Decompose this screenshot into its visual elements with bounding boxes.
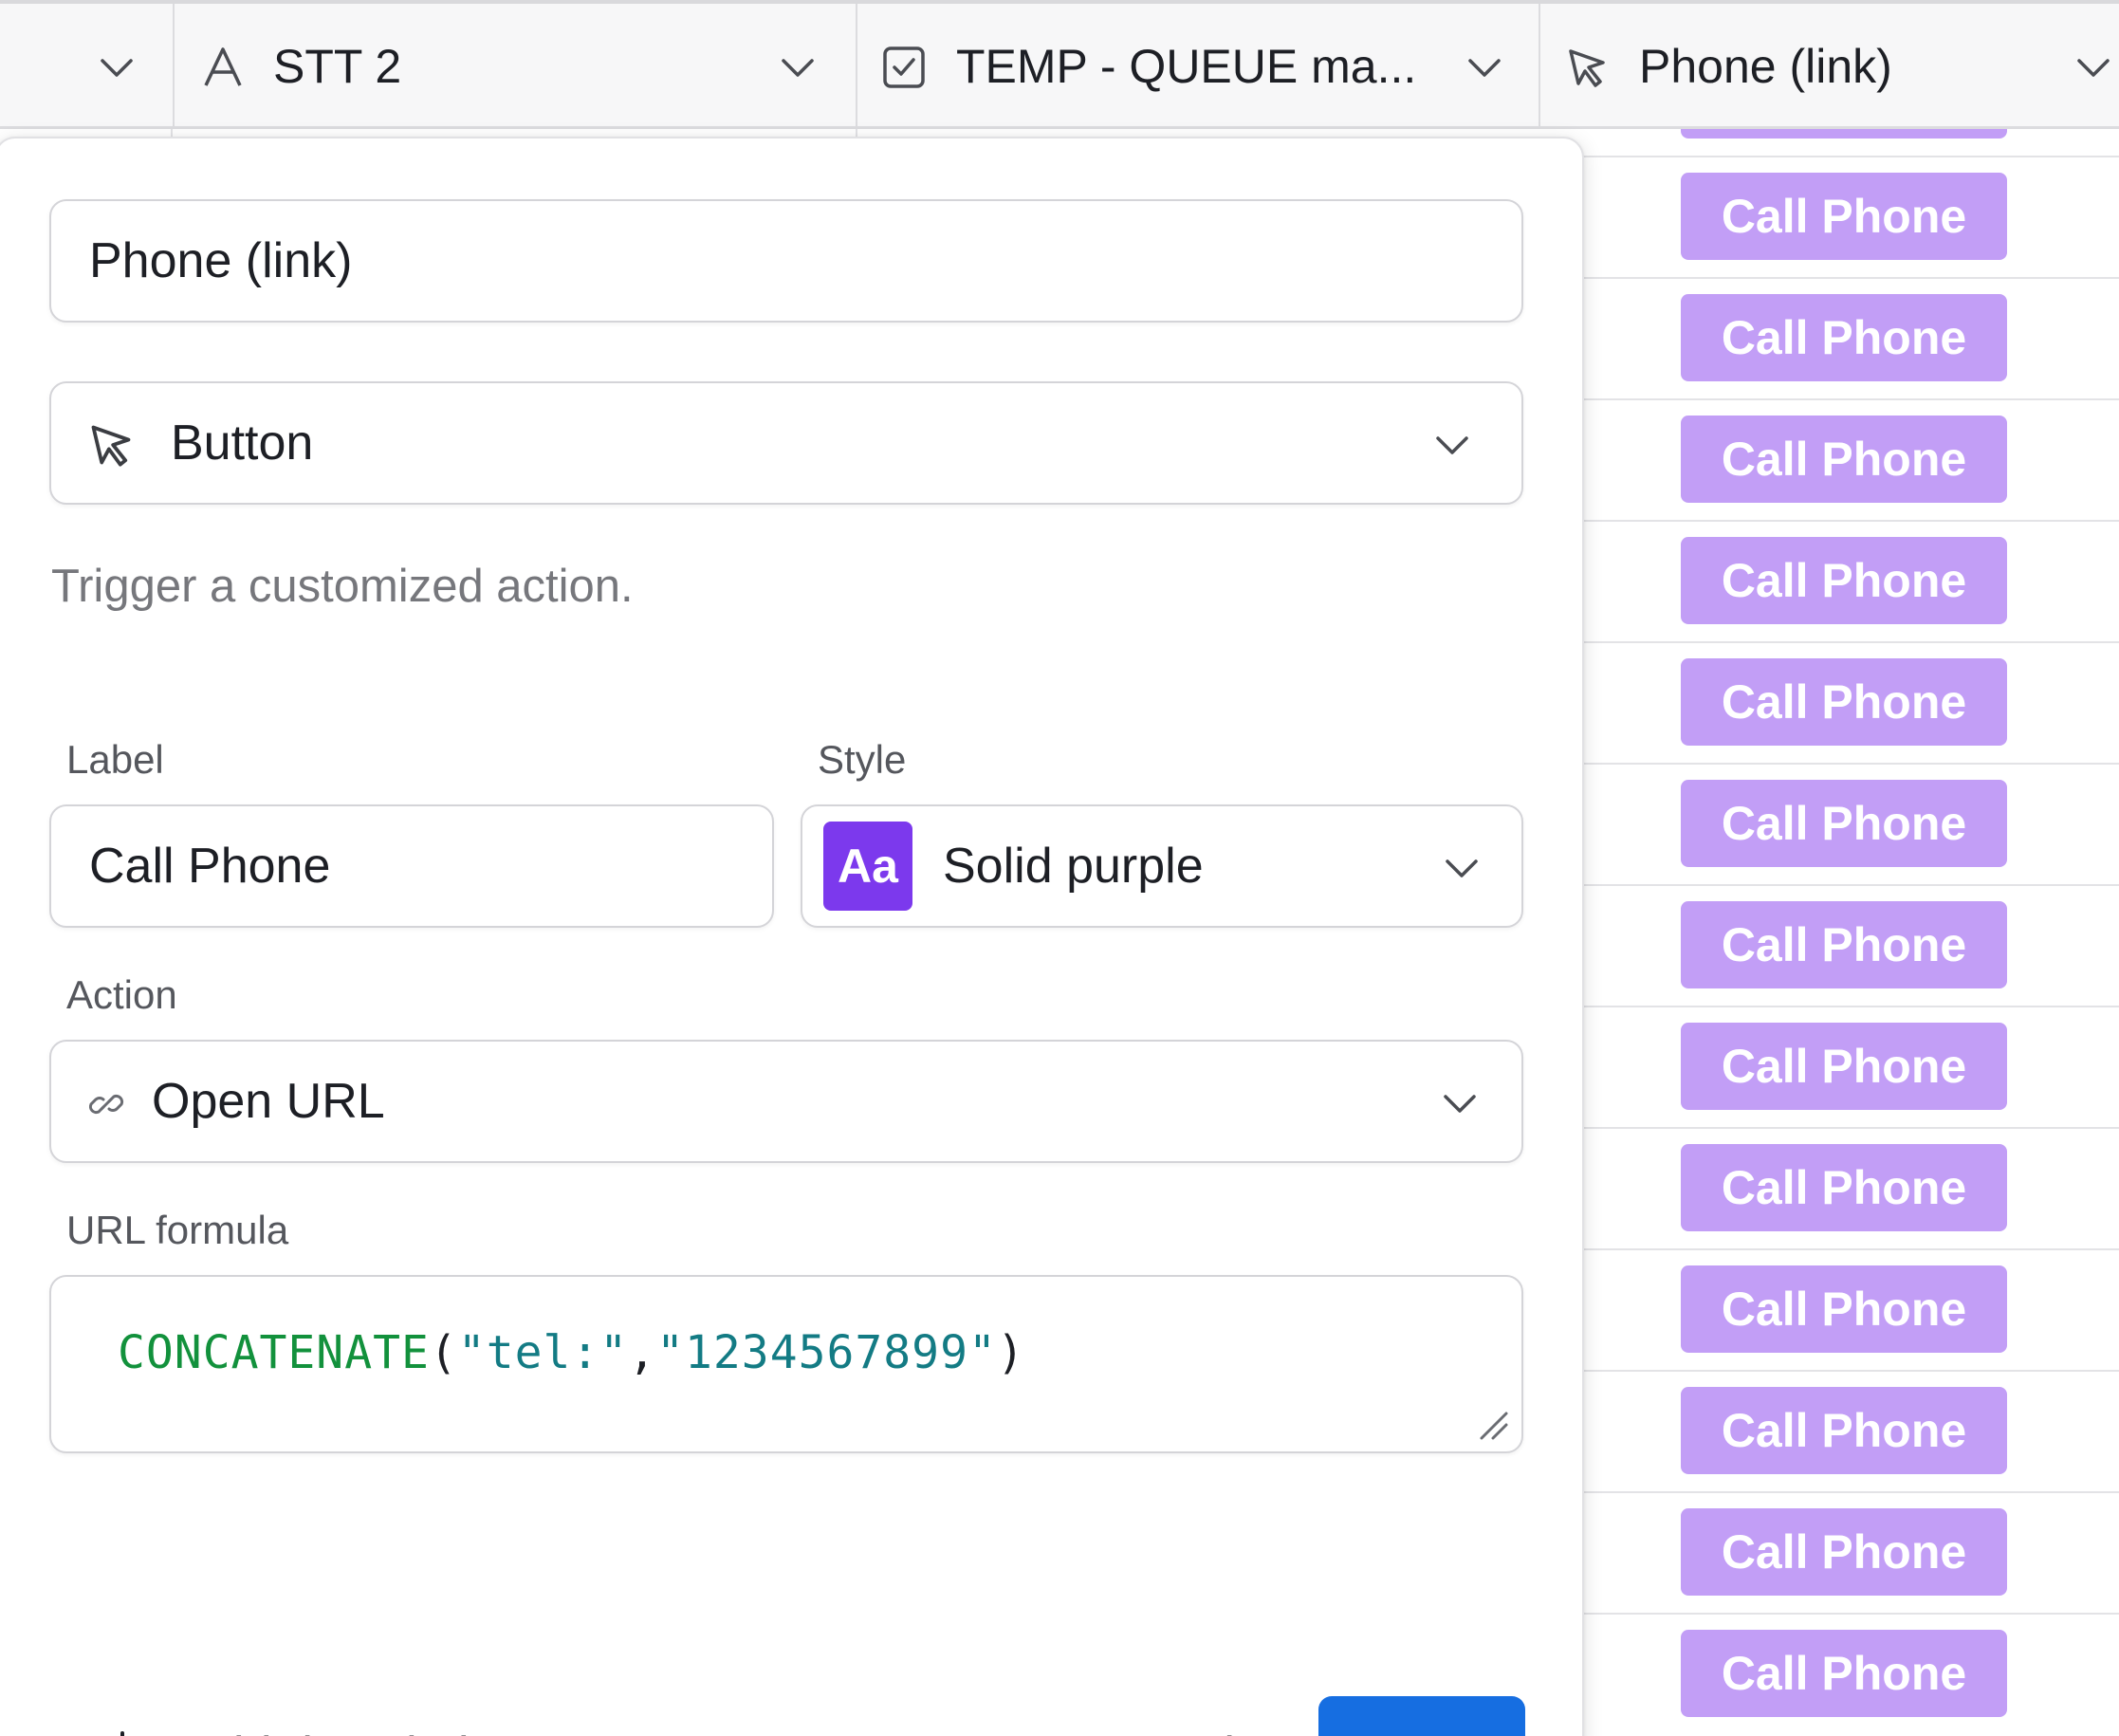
grid-header: STT 2 TEMP - QUEUE ma... Phone (link) <box>0 0 2119 129</box>
column-title: TEMP - QUEUE ma... <box>956 40 1417 93</box>
field-config-dialog: Phone (link) Button Trigger a customized… <box>0 137 1584 1736</box>
call-phone-button[interactable]: Call Phone <box>1681 537 2007 624</box>
column-header-stt2[interactable]: STT 2 <box>175 4 857 129</box>
action-value: Open URL <box>152 1074 385 1129</box>
call-phone-button[interactable]: Call Phone <box>1681 294 2007 381</box>
call-phone-button[interactable]: Call Phone <box>1681 173 2007 260</box>
formula-paren-close: ) <box>996 1326 1025 1379</box>
call-phone-button[interactable]: Call Phone <box>1681 1508 2007 1596</box>
formula-comma: , <box>628 1326 657 1379</box>
row-divider <box>1575 1127 2119 1129</box>
call-phone-button[interactable]: Call Phone <box>1681 901 2007 988</box>
label-section-title: Label <box>66 737 164 782</box>
chevron-down-icon <box>1444 1095 1476 1113</box>
field-name-input[interactable]: Phone (link) <box>49 199 1523 323</box>
call-phone-button[interactable]: Call Phone <box>1681 416 2007 503</box>
chevron-down-icon[interactable] <box>780 53 816 82</box>
cancel-button[interactable]: Cancel <box>1068 1709 1277 1736</box>
field-type-label: Button <box>171 416 314 471</box>
row-divider <box>1575 520 2119 522</box>
url-formula-section-title: URL formula <box>66 1208 289 1252</box>
call-phone-button[interactable]: Call Phone <box>1681 1265 2007 1353</box>
url-formula-editor[interactable]: CONCATENATE("tel:","1234567899") <box>49 1275 1523 1453</box>
add-description-label: Add description <box>184 1727 524 1736</box>
save-button[interactable]: Save <box>1318 1696 1525 1736</box>
field-type-description: Trigger a customized action. <box>51 561 634 612</box>
column-header-temp-queue[interactable]: TEMP - QUEUE ma... <box>857 4 1540 129</box>
formula-arg-1: "tel:" <box>457 1326 629 1379</box>
chevron-down-icon[interactable] <box>99 53 135 82</box>
field-name-value: Phone (link) <box>89 233 353 288</box>
chevron-down-icon <box>1436 436 1468 454</box>
row-divider <box>1575 277 2119 279</box>
row-divider <box>1575 641 2119 643</box>
column-header-phone-link[interactable]: Phone (link) <box>1540 4 2119 129</box>
call-phone-button[interactable]: Call Phone <box>1681 658 2007 746</box>
chevron-down-icon[interactable] <box>2075 53 2111 82</box>
url-formula-text: CONCATENATE("tel:","1234567899") <box>118 1324 1025 1381</box>
button-style-value: Solid purple <box>943 839 1204 894</box>
row-divider <box>1575 1006 2119 1007</box>
app-window: STT 2 TEMP - QUEUE ma... Phone (link) Ca… <box>0 0 2119 1736</box>
style-section-title: Style <box>818 737 907 782</box>
checkbox-icon <box>883 46 925 88</box>
row-divider <box>1575 884 2119 886</box>
call-phone-button[interactable]: Call Phone <box>1681 1023 2007 1110</box>
row-divider <box>1575 763 2119 765</box>
call-phone-button[interactable]: Call Phone <box>1681 1144 2007 1231</box>
action-select[interactable]: Open URL <box>49 1040 1523 1163</box>
plus-icon <box>120 1731 124 1736</box>
call-phone-button-partial[interactable] <box>1681 129 2007 139</box>
chevron-down-icon[interactable] <box>1466 53 1502 82</box>
link-icon <box>88 1094 124 1115</box>
formula-paren-open: ( <box>429 1326 458 1379</box>
style-swatch: Aa <box>823 822 912 911</box>
call-phone-button[interactable]: Call Phone <box>1681 1387 2007 1474</box>
formula-function: CONCATENATE <box>118 1326 430 1379</box>
button-label-input[interactable]: Call Phone <box>49 804 774 928</box>
button-style-select[interactable]: Aa Solid purple <box>801 804 1523 928</box>
cursor-icon <box>91 425 131 467</box>
column-title: STT 2 <box>273 40 402 93</box>
column-title: Phone (link) <box>1639 40 1892 93</box>
button-label-value: Call Phone <box>89 839 331 894</box>
chevron-down-icon <box>1446 859 1478 877</box>
column-header-partial[interactable] <box>0 4 175 129</box>
row-divider <box>1575 1370 2119 1372</box>
row-divider <box>1575 398 2119 400</box>
call-phone-button[interactable]: Call Phone <box>1681 780 2007 867</box>
action-section-title: Action <box>66 972 177 1017</box>
row-divider <box>1575 156 2119 157</box>
formula-arg-2: "1234567899" <box>656 1326 997 1379</box>
resize-handle-icon[interactable] <box>1478 1410 1510 1442</box>
row-divider <box>1575 1491 2119 1493</box>
cursor-icon <box>1569 49 1605 87</box>
call-phone-button[interactable]: Call Phone <box>1681 1630 2007 1717</box>
add-description-button[interactable]: Add description <box>91 1709 524 1736</box>
text-type-icon <box>204 47 242 86</box>
field-type-select[interactable]: Button <box>49 381 1523 505</box>
row-divider <box>1575 1248 2119 1250</box>
cancel-label: Cancel <box>1081 1727 1235 1736</box>
row-divider <box>1575 1613 2119 1615</box>
